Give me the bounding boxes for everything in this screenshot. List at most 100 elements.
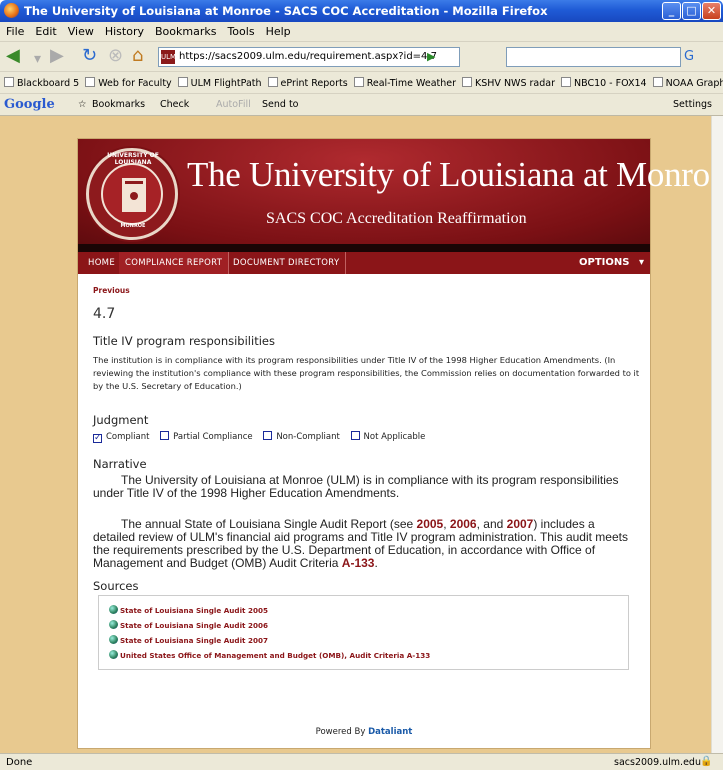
narrative-heading: Narrative: [93, 457, 147, 471]
document-icon: [109, 620, 118, 629]
google-toolbar: Google ☆ Bookmarks Check AutoFill Send t…: [0, 94, 723, 116]
nav-document-directory[interactable]: DOCUMENT DIRECTORY: [227, 252, 347, 274]
seal-bottom-text: MONROE: [120, 223, 146, 229]
bookmark-item[interactable]: KSHV NWS radar: [458, 72, 557, 89]
google-logo[interactable]: Google: [4, 97, 55, 112]
audit-2005-link[interactable]: 2005: [417, 517, 444, 531]
menu-edit[interactable]: Edit: [29, 22, 61, 38]
menu-history[interactable]: History: [99, 22, 149, 38]
home-icon[interactable]: ⌂: [132, 46, 143, 66]
source-link[interactable]: United States Office of Management and B…: [109, 650, 430, 660]
sources-heading: Sources: [93, 579, 139, 593]
maximize-button[interactable]: □: [682, 2, 701, 20]
bookmark-item[interactable]: NOAA Graphical Fore...: [649, 72, 723, 89]
bookmark-icon: [177, 77, 188, 87]
not-applicable-checkbox[interactable]: [350, 431, 360, 440]
bookmark-item[interactable]: Web for Faculty: [81, 72, 173, 89]
requirement-text: The institution is in compliance with it…: [93, 355, 640, 391]
bookmark-item[interactable]: Blackboard 5: [0, 72, 81, 89]
menu-tools[interactable]: Tools: [221, 22, 259, 38]
forward-icon[interactable]: ▶: [50, 46, 64, 66]
bookmark-item[interactable]: ULM FlightPath: [174, 72, 264, 89]
minimize-button[interactable]: _: [662, 2, 681, 20]
bookmark-icon: [652, 77, 663, 87]
bookmark-icon: [4, 77, 14, 87]
narrative-paragraph-1: The University of Louisiana at Monroe (U…: [93, 473, 619, 500]
lock-icon[interactable]: 🔒: [700, 756, 712, 767]
compliant-label: Compliant: [106, 432, 150, 442]
narrative-paragraph-2: The annual State of Louisiana Single Aud…: [93, 517, 628, 570]
back-icon[interactable]: ◀: [6, 46, 20, 66]
menu-bookmarks[interactable]: Bookmarks: [149, 22, 221, 38]
document-icon: [109, 635, 118, 644]
options-menu[interactable]: OPTIONS ▾: [566, 252, 650, 274]
top-navigation: HOME COMPLIANCE REPORT DOCUMENT DIRECTOR…: [78, 244, 650, 274]
stop-icon[interactable]: ⊗: [108, 46, 123, 66]
search-field[interactable]: [506, 47, 681, 67]
partial-compliance-label: Partial Compliance: [173, 432, 253, 442]
window-title-bar: The University of Louisiana at Monroe - …: [0, 0, 723, 22]
footer: Powered By Dataliant: [315, 727, 413, 737]
bookmark-icon: [85, 77, 96, 87]
status-text: Done: [6, 757, 33, 768]
url-field[interactable]: ULM https://sacs2009.ulm.edu/requirement…: [158, 47, 460, 67]
window-title: The University of Louisiana at Monroe - …: [24, 4, 548, 18]
status-bar: Done sacs2009.ulm.edu 🔒: [0, 753, 723, 770]
bookmark-icon: [353, 77, 364, 87]
navigation-toolbar: ◀ ▾ ▶ ↻ ⊗ ⌂ ULM https://sacs2009.ulm.edu…: [0, 42, 723, 72]
source-link[interactable]: State of Louisiana Single Audit 2007: [109, 635, 268, 645]
bookmark-icon: [462, 77, 473, 87]
non-compliant-checkbox[interactable]: [263, 431, 273, 440]
go-icon[interactable]: ▶: [427, 50, 435, 63]
nav-compliance-report[interactable]: COMPLIANCE REPORT: [119, 252, 230, 274]
page-viewport: UNIVERSITY OF LOUISIANA MONROE The Unive…: [0, 116, 711, 753]
requirement-number: 4.7: [93, 306, 116, 322]
header-banner: UNIVERSITY OF LOUISIANA MONROE The Unive…: [78, 139, 711, 244]
university-name: The University of Louisiana at Monroe: [187, 155, 711, 194]
partial-compliance-checkbox[interactable]: [160, 431, 170, 440]
audit-2007-link[interactable]: 2007: [507, 517, 534, 531]
options-label: OPTIONS: [579, 257, 630, 268]
star-icon[interactable]: ☆: [78, 99, 87, 110]
menu-help[interactable]: Help: [260, 22, 296, 38]
search-engine-icon[interactable]: G: [684, 49, 694, 64]
vertical-scrollbar[interactable]: [711, 116, 723, 753]
firefox-icon: [4, 3, 19, 18]
compliant-checkbox[interactable]: ✓: [93, 434, 102, 443]
university-seal: UNIVERSITY OF LOUISIANA MONROE: [86, 148, 178, 240]
bookmark-icon: [560, 77, 571, 87]
google-check-button[interactable]: Check: [160, 99, 189, 110]
url-text: https://sacs2009.ulm.edu/requirement.asp…: [179, 51, 437, 62]
nav-home[interactable]: HOME: [82, 252, 122, 274]
site-icon: ULM: [161, 50, 176, 64]
reload-icon[interactable]: ↻: [82, 46, 97, 66]
judgment-options: ✓ Compliant Partial Compliance Non-Compli…: [93, 431, 433, 443]
requirement-title: Title IV program responsibilities: [93, 334, 275, 348]
source-link[interactable]: State of Louisiana Single Audit 2005: [109, 605, 268, 615]
bookmarks-toolbar: Blackboard 5 Web for Faculty ULM FlightPat…: [0, 72, 723, 94]
source-link[interactable]: State of Louisiana Single Audit 2006: [109, 620, 268, 630]
google-settings-button[interactable]: Settings: [673, 99, 712, 110]
a133-link[interactable]: A-133: [342, 556, 375, 570]
menu-bar: File Edit View History Bookmarks Tools Help: [0, 22, 723, 42]
not-applicable-label: Not Applicable: [363, 432, 426, 442]
close-button[interactable]: ✕: [702, 2, 721, 20]
banner-subtitle: SACS COC Accreditation Reaffirmation: [266, 210, 527, 227]
previous-link[interactable]: Previous: [93, 286, 130, 295]
bookmark-item[interactable]: ePrint Reports: [264, 72, 350, 89]
menu-file[interactable]: File: [0, 22, 29, 38]
menu-view[interactable]: View: [62, 22, 99, 38]
non-compliant-label: Non-Compliant: [276, 432, 340, 442]
seal-inner: [101, 163, 163, 225]
google-bookmarks-button[interactable]: Bookmarks: [92, 99, 145, 110]
google-sendto-button[interactable]: Send to: [262, 99, 298, 110]
audit-2006-link[interactable]: 2006: [450, 517, 477, 531]
google-autofill-button[interactable]: AutoFill: [216, 99, 251, 110]
dataliant-link[interactable]: Dataliant: [368, 727, 412, 737]
bookmark-item[interactable]: Real-Time Weather: [350, 72, 458, 89]
bookmark-icon: [267, 77, 278, 87]
back-dropdown-icon[interactable]: ▾: [34, 49, 41, 69]
bookmark-item[interactable]: NBC10 - FOX14: [557, 72, 649, 89]
document-icon: [109, 650, 118, 659]
status-host: sacs2009.ulm.edu: [614, 757, 701, 768]
